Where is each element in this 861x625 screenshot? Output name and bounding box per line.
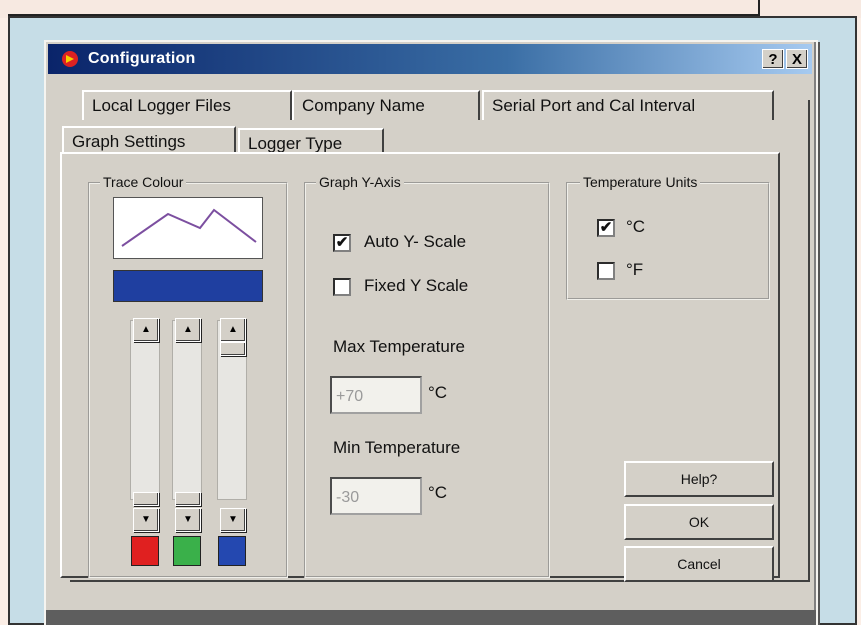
red-up-arrow-icon[interactable]: ▲	[133, 318, 159, 342]
graph-y-axis-legend: Graph Y-Axis	[316, 174, 404, 190]
max-temperature-label: Max Temperature	[333, 337, 465, 356]
green-slider-track[interactable]	[172, 320, 202, 500]
tab-logger-type[interactable]: Logger Type	[238, 128, 384, 154]
green-channel-swatch	[173, 536, 201, 566]
tab-graph-settings[interactable]: Graph Settings	[62, 126, 236, 154]
red-down-arrow-icon[interactable]: ▼	[133, 508, 159, 532]
min-temperature-field[interactable]: -30	[330, 477, 422, 515]
fixed-y-scale-label[interactable]: Fixed Y Scale	[364, 276, 468, 296]
celsius-checkbox[interactable]: ✔	[597, 219, 615, 237]
trace-colour-legend: Trace Colour	[100, 174, 187, 190]
window-title: Configuration	[88, 50, 196, 67]
fixed-y-scale-checkbox[interactable]	[333, 278, 351, 296]
help-button[interactable]: Help?	[624, 461, 774, 497]
celsius-label[interactable]: °C	[626, 217, 645, 237]
trace-preview	[113, 197, 263, 259]
dialog-bottom-edge	[46, 610, 816, 625]
blue-slider-thumb[interactable]	[220, 342, 246, 356]
min-temperature-unit: °C	[428, 483, 448, 502]
close-button[interactable]: X	[786, 49, 808, 69]
max-temperature-unit: °C	[428, 383, 448, 402]
max-temperature-field[interactable]: +70	[330, 376, 422, 414]
trace-preview-graph	[121, 208, 257, 247]
fahrenheit-label[interactable]: °F	[626, 260, 643, 280]
blue-down-arrow-icon[interactable]: ▼	[220, 508, 246, 532]
green-down-arrow-icon[interactable]: ▼	[175, 508, 201, 532]
green-up-arrow-icon[interactable]: ▲	[175, 318, 201, 342]
ok-button[interactable]: OK	[624, 504, 774, 540]
blue-channel-swatch	[218, 536, 246, 566]
trace-colour-swatch	[113, 270, 263, 302]
auto-y-scale-checkbox[interactable]: ✔	[333, 234, 351, 252]
red-slider-track[interactable]	[130, 320, 160, 500]
title-bar[interactable]: Configuration ? X	[48, 44, 812, 74]
fahrenheit-checkbox[interactable]	[597, 262, 615, 280]
cancel-button[interactable]: Cancel	[624, 546, 774, 582]
blue-up-arrow-icon[interactable]: ▲	[220, 318, 246, 342]
red-channel-swatch	[131, 536, 159, 566]
app-icon	[62, 51, 78, 67]
temperature-units-legend: Temperature Units	[580, 174, 701, 190]
auto-y-scale-label[interactable]: Auto Y- Scale	[364, 232, 466, 252]
green-slider-thumb[interactable]	[175, 492, 201, 506]
help-titlebar-button[interactable]: ?	[762, 49, 784, 69]
temperature-units-group: Temperature Units	[566, 174, 770, 300]
min-temperature-label: Min Temperature	[333, 438, 461, 457]
red-slider-thumb[interactable]	[133, 492, 159, 506]
